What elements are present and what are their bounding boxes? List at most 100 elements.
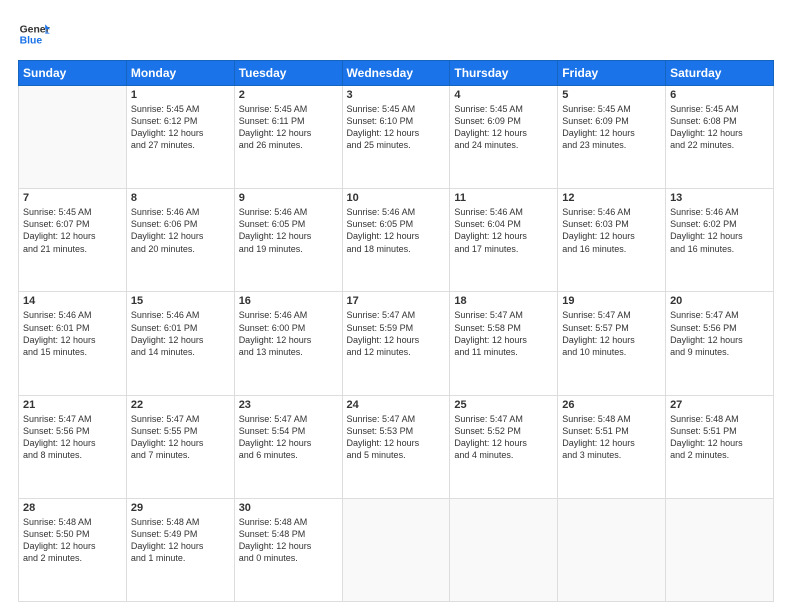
- calendar-cell: 13 Sunrise: 5:46 AMSunset: 6:02 PMDayligh…: [666, 189, 774, 292]
- day-info: Sunrise: 5:45 AMSunset: 6:08 PMDaylight:…: [670, 103, 769, 152]
- calendar-cell: 7Sunrise: 5:45 AMSunset: 6:07 PMDaylight…: [19, 189, 127, 292]
- day-number: 18: [454, 295, 553, 307]
- calendar-cell: 17Sunrise: 5:47 AMSunset: 5:59 PMDayligh…: [342, 292, 450, 395]
- day-info: Sunrise: 5:47 AMSunset: 5:56 PMDaylight:…: [670, 309, 769, 358]
- day-info: Sunrise: 5:45 AMSunset: 6:12 PMDaylight:…: [131, 103, 230, 152]
- day-number: 10: [347, 192, 446, 204]
- calendar-cell: 12 Sunrise: 5:46 AMSunset: 6:03 PMDayligh…: [558, 189, 666, 292]
- day-info: Sunrise: 5:47 AMSunset: 5:52 PMDaylight:…: [454, 413, 553, 462]
- day-number: 26: [562, 399, 661, 411]
- day-info: Sunrise: 5:45 AMSunset: 6:09 PMDaylight:…: [562, 103, 661, 152]
- day-info: Sunrise: 5:46 AMSunset: 6:02 PMDaylight:…: [670, 206, 769, 255]
- page: General Blue SundayMondayTuesdayWednesda…: [0, 0, 792, 612]
- calendar-cell: 16 Sunrise: 5:46 AMSunset: 6:00 PMDayligh…: [234, 292, 342, 395]
- weekday-header-row: SundayMondayTuesdayWednesdayThursdayFrid…: [19, 61, 774, 86]
- day-number: 3: [347, 89, 446, 101]
- day-number: 21: [23, 399, 122, 411]
- calendar-week-row: 21 Sunrise: 5:47 AMSunset: 5:56 PMDayligh…: [19, 395, 774, 498]
- calendar-cell: 3 Sunrise: 5:45 AMSunset: 6:10 PMDaylight…: [342, 86, 450, 189]
- day-number: 12: [562, 192, 661, 204]
- weekday-header: Friday: [558, 61, 666, 86]
- day-number: 4: [454, 89, 553, 101]
- calendar-cell: 28Sunrise: 5:48 AMSunset: 5:50 PMDayligh…: [19, 498, 127, 601]
- calendar-cell: 6 Sunrise: 5:45 AMSunset: 6:08 PMDaylight…: [666, 86, 774, 189]
- day-info: Sunrise: 5:47 AMSunset: 5:57 PMDaylight:…: [562, 309, 661, 358]
- day-number: 16: [239, 295, 338, 307]
- day-info: Sunrise: 5:47 AMSunset: 5:56 PMDaylight:…: [23, 413, 122, 462]
- header: General Blue: [18, 18, 774, 50]
- day-info: Sunrise: 5:48 AMSunset: 5:50 PMDaylight:…: [23, 516, 122, 565]
- day-info: Sunrise: 5:47 AMSunset: 5:54 PMDaylight:…: [239, 413, 338, 462]
- day-info: Sunrise: 5:46 AMSunset: 6:05 PMDaylight:…: [239, 206, 338, 255]
- day-number: 9: [239, 192, 338, 204]
- calendar-cell: [450, 498, 558, 601]
- calendar-cell: 14Sunrise: 5:46 AMSunset: 6:01 PMDayligh…: [19, 292, 127, 395]
- calendar-cell: [19, 86, 127, 189]
- day-number: 25: [454, 399, 553, 411]
- calendar-cell: 27 Sunrise: 5:48 AMSunset: 5:51 PMDayligh…: [666, 395, 774, 498]
- day-number: 1: [131, 89, 230, 101]
- day-info: Sunrise: 5:46 AMSunset: 6:05 PMDaylight:…: [347, 206, 446, 255]
- day-number: 30: [239, 502, 338, 514]
- calendar-cell: 8 Sunrise: 5:46 AMSunset: 6:06 PMDaylight…: [126, 189, 234, 292]
- calendar-cell: 26 Sunrise: 5:48 AMSunset: 5:51 PMDayligh…: [558, 395, 666, 498]
- day-number: 8: [131, 192, 230, 204]
- day-info: Sunrise: 5:47 AMSunset: 5:55 PMDaylight:…: [131, 413, 230, 462]
- day-info: Sunrise: 5:45 AMSunset: 6:07 PMDaylight:…: [23, 206, 122, 255]
- calendar-cell: 21 Sunrise: 5:47 AMSunset: 5:56 PMDayligh…: [19, 395, 127, 498]
- calendar-cell: 19 Sunrise: 5:47 AMSunset: 5:57 PMDayligh…: [558, 292, 666, 395]
- calendar-cell: 2 Sunrise: 5:45 AMSunset: 6:11 PMDaylight…: [234, 86, 342, 189]
- day-number: 2: [239, 89, 338, 101]
- day-info: Sunrise: 5:45 AMSunset: 6:11 PMDaylight:…: [239, 103, 338, 152]
- day-number: 19: [562, 295, 661, 307]
- day-info: Sunrise: 5:45 AMSunset: 6:10 PMDaylight:…: [347, 103, 446, 152]
- calendar-cell: 1 Sunrise: 5:45 AMSunset: 6:12 PMDaylight…: [126, 86, 234, 189]
- day-number: 23: [239, 399, 338, 411]
- day-number: 6: [670, 89, 769, 101]
- calendar-week-row: 14Sunrise: 5:46 AMSunset: 6:01 PMDayligh…: [19, 292, 774, 395]
- day-info: Sunrise: 5:47 AMSunset: 5:53 PMDaylight:…: [347, 413, 446, 462]
- weekday-header: Tuesday: [234, 61, 342, 86]
- calendar-cell: 4 Sunrise: 5:45 AMSunset: 6:09 PMDaylight…: [450, 86, 558, 189]
- day-number: 24: [347, 399, 446, 411]
- calendar-cell: 5 Sunrise: 5:45 AMSunset: 6:09 PMDaylight…: [558, 86, 666, 189]
- calendar-cell: [342, 498, 450, 601]
- day-info: Sunrise: 5:48 AMSunset: 5:49 PMDaylight:…: [131, 516, 230, 565]
- day-info: Sunrise: 5:46 AMSunset: 6:06 PMDaylight:…: [131, 206, 230, 255]
- day-info: Sunrise: 5:47 AMSunset: 5:58 PMDaylight:…: [454, 309, 553, 358]
- day-info: Sunrise: 5:48 AMSunset: 5:51 PMDaylight:…: [670, 413, 769, 462]
- weekday-header: Sunday: [19, 61, 127, 86]
- day-number: 5: [562, 89, 661, 101]
- calendar-week-row: 28Sunrise: 5:48 AMSunset: 5:50 PMDayligh…: [19, 498, 774, 601]
- day-number: 11: [454, 192, 553, 204]
- calendar-cell: 25 Sunrise: 5:47 AMSunset: 5:52 PMDayligh…: [450, 395, 558, 498]
- day-number: 13: [670, 192, 769, 204]
- calendar-cell: 9 Sunrise: 5:46 AMSunset: 6:05 PMDaylight…: [234, 189, 342, 292]
- day-number: 29: [131, 502, 230, 514]
- day-info: Sunrise: 5:45 AMSunset: 6:09 PMDaylight:…: [454, 103, 553, 152]
- day-number: 15: [131, 295, 230, 307]
- day-info: Sunrise: 5:46 AMSunset: 6:00 PMDaylight:…: [239, 309, 338, 358]
- day-number: 17: [347, 295, 446, 307]
- day-info: Sunrise: 5:46 AMSunset: 6:03 PMDaylight:…: [562, 206, 661, 255]
- calendar-cell: 29 Sunrise: 5:48 AMSunset: 5:49 PMDayligh…: [126, 498, 234, 601]
- weekday-header: Thursday: [450, 61, 558, 86]
- day-info: Sunrise: 5:46 AMSunset: 6:01 PMDaylight:…: [131, 309, 230, 358]
- day-number: 22: [131, 399, 230, 411]
- day-info: Sunrise: 5:48 AMSunset: 5:51 PMDaylight:…: [562, 413, 661, 462]
- weekday-header: Monday: [126, 61, 234, 86]
- logo: General Blue: [18, 18, 50, 50]
- weekday-header: Saturday: [666, 61, 774, 86]
- calendar-cell: 23 Sunrise: 5:47 AMSunset: 5:54 PMDayligh…: [234, 395, 342, 498]
- day-number: 20: [670, 295, 769, 307]
- calendar-cell: 24 Sunrise: 5:47 AMSunset: 5:53 PMDayligh…: [342, 395, 450, 498]
- calendar-cell: 20 Sunrise: 5:47 AMSunset: 5:56 PMDayligh…: [666, 292, 774, 395]
- calendar-cell: 10 Sunrise: 5:46 AMSunset: 6:05 PMDayligh…: [342, 189, 450, 292]
- svg-text:Blue: Blue: [20, 36, 43, 47]
- calendar-cell: 18 Sunrise: 5:47 AMSunset: 5:58 PMDayligh…: [450, 292, 558, 395]
- calendar-week-row: 1 Sunrise: 5:45 AMSunset: 6:12 PMDaylight…: [19, 86, 774, 189]
- day-info: Sunrise: 5:48 AMSunset: 5:48 PMDaylight:…: [239, 516, 338, 565]
- day-number: 27: [670, 399, 769, 411]
- logo-icon: General Blue: [18, 18, 50, 50]
- calendar-cell: 11Sunrise: 5:46 AMSunset: 6:04 PMDayligh…: [450, 189, 558, 292]
